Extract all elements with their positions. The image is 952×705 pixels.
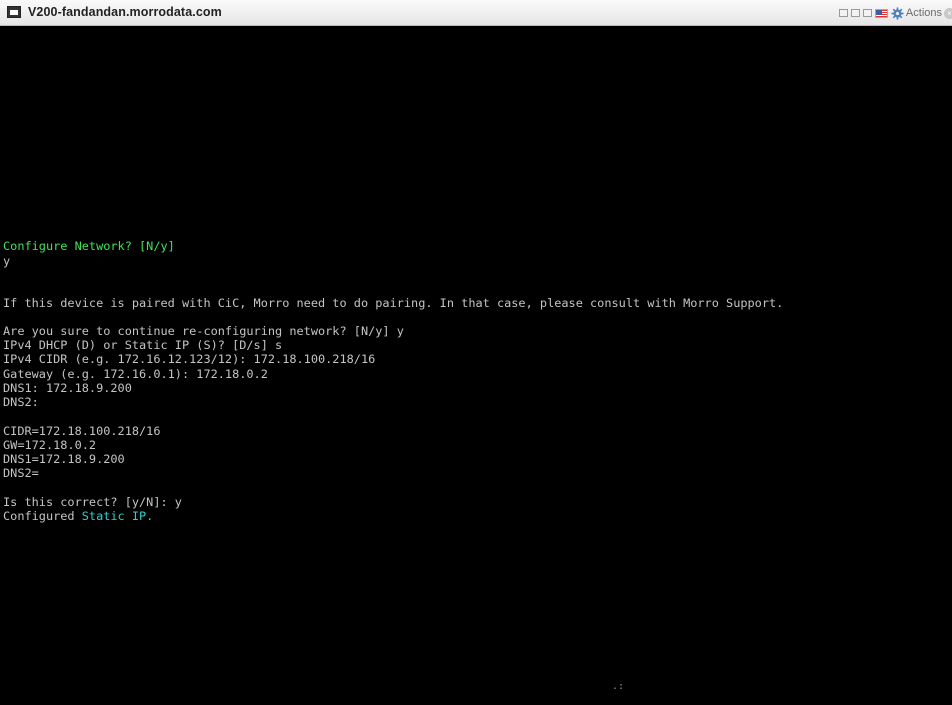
configure-network-answer: y bbox=[3, 254, 11, 268]
send-keys-icon[interactable] bbox=[838, 9, 848, 17]
configure-network-prompt: Configure Network? [N/y] bbox=[3, 239, 175, 253]
pairing-note: If this device is paired with CiC, Morro… bbox=[3, 296, 784, 310]
correct-prompt-line: Is this correct? [y/N]: y bbox=[3, 495, 182, 509]
confirm-continue-line: Are you sure to continue re-configuring … bbox=[3, 324, 404, 338]
close-icon[interactable]: × bbox=[944, 7, 952, 19]
configured-prefix: Configured bbox=[3, 509, 82, 523]
dns1-summary-line: DNS1=172.18.9.200 bbox=[3, 452, 125, 466]
keyboard-language-flag-icon[interactable] bbox=[874, 8, 888, 18]
window-title: V200-fandandan.morrodata.com bbox=[28, 5, 222, 19]
gateway-prompt-line: Gateway (e.g. 172.16.0.1): 172.18.0.2 bbox=[3, 367, 268, 381]
cidr-prompt-line: IPv4 CIDR (e.g. 172.16.12.123/12): 172.1… bbox=[3, 352, 376, 366]
fullscreen-icon[interactable] bbox=[862, 9, 872, 17]
console-screen[interactable]: Configure Network? [N/y] y If this devic… bbox=[0, 26, 952, 705]
dhcp-static-line: IPv4 DHCP (D) or Static IP (S)? [D/s] s bbox=[3, 338, 283, 352]
fit-window-icon[interactable] bbox=[850, 9, 860, 17]
gw-summary-line: GW=172.18.0.2 bbox=[3, 438, 97, 452]
gear-icon[interactable] bbox=[891, 6, 904, 20]
console-window-icon bbox=[7, 6, 21, 18]
mouse-cursor-mark: .: bbox=[612, 681, 625, 692]
dns2-summary-line: DNS2= bbox=[3, 466, 39, 480]
titlebar-toolbar: Actions × bbox=[838, 5, 952, 21]
cidr-summary-line: CIDR=172.18.100.218/16 bbox=[3, 424, 161, 438]
configured-static-ip-highlight: Static IP. bbox=[81, 509, 154, 523]
configured-result-line: Configured Static IP. bbox=[3, 509, 153, 523]
dns2-prompt-line: DNS2: bbox=[3, 395, 39, 409]
console-window-titlebar: V200-fandandan.morrodata.com Actions × bbox=[0, 0, 952, 26]
dns1-prompt-line: DNS1: 172.18.9.200 bbox=[3, 381, 132, 395]
actions-menu-button[interactable]: Actions bbox=[906, 7, 942, 19]
